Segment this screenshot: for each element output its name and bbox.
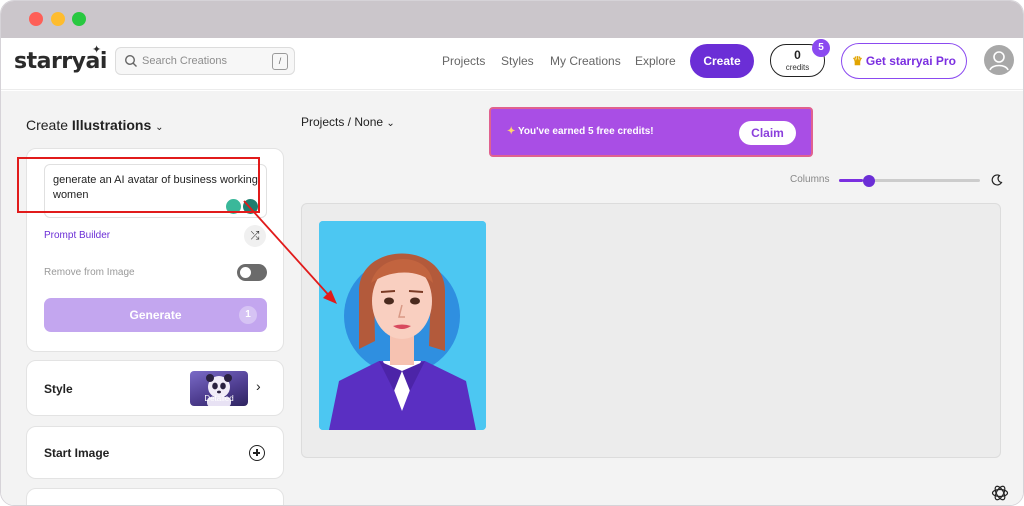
nav-explore[interactable]: Explore (635, 54, 676, 68)
toggle-knob (240, 267, 251, 278)
start-image-card[interactable]: Start Image (26, 426, 284, 479)
generate-cost-badge: 1 (239, 306, 257, 324)
claim-button[interactable]: Claim (739, 121, 796, 145)
banner-text: You've earned 5 free credits! (518, 126, 654, 137)
openai-icon (991, 485, 1009, 501)
create-prefix: Create (26, 117, 69, 133)
banner-message: ✦ You've earned 5 free credits! (507, 126, 654, 137)
prompt-card: generate an AI avatar of business workin… (26, 148, 284, 352)
party-icon: ✦ (507, 126, 516, 137)
chevron-down-icon: ⌄ (155, 122, 164, 133)
columns-label: Columns (790, 174, 830, 185)
logo-spark-icon: ✦ (92, 44, 102, 56)
free-credits-banner: ✦ You've earned 5 free credits! Claim (489, 107, 813, 157)
columns-slider-handle[interactable] (863, 175, 875, 187)
business-woman-avatar-illustration (319, 221, 486, 430)
generated-image[interactable] (319, 221, 486, 430)
plus-circle-icon[interactable] (249, 445, 265, 461)
browser-window: starryai ✦ Search Creations / Projects S… (0, 0, 1024, 506)
columns-slider[interactable] (839, 179, 980, 182)
style-card[interactable]: Style Detailed › (26, 360, 284, 416)
credits-label: credits (785, 63, 810, 72)
chevron-down-icon: ⌄ (386, 118, 395, 129)
user-icon (989, 51, 1009, 71)
nav-my-creations[interactable]: My Creations (550, 54, 621, 68)
crown-icon: ♛ (852, 54, 863, 68)
close-window-button[interactable] (29, 12, 43, 26)
bulb-icon[interactable] (226, 199, 241, 214)
minimize-window-button[interactable] (51, 12, 65, 26)
create-mode-selector[interactable]: Create Illustrations ⌄ (26, 117, 164, 133)
columns-slider-fill (839, 179, 863, 182)
remove-from-image-label: Remove from Image (44, 267, 135, 278)
prompt-text[interactable]: generate an AI avatar of business workin… (53, 173, 258, 203)
style-thumbnail[interactable]: Detailed (190, 371, 248, 406)
get-pro-button[interactable]: ♛ Get starryai Pro (841, 43, 967, 79)
shuffle-icon[interactable]: ⤮ (244, 225, 266, 247)
enhance-prompt-icon[interactable] (243, 199, 258, 214)
create-mode-value: Illustrations (71, 117, 152, 133)
top-navbar: starryai ✦ Search Creations / Projects S… (1, 38, 1023, 90)
project-breadcrumb[interactable]: Projects / None ⌄ (301, 115, 395, 129)
search-box[interactable]: Search Creations / (115, 47, 295, 75)
search-shortcut-key: / (272, 53, 288, 70)
search-input[interactable]: Search Creations (142, 55, 227, 67)
prompt-input[interactable]: generate an AI avatar of business workin… (44, 164, 267, 218)
breadcrumb-text: Projects / None (301, 115, 384, 129)
prompt-builder-link[interactable]: Prompt Builder (44, 230, 110, 241)
credits-notification-badge: 5 (812, 39, 830, 57)
create-sidebar: Create Illustrations ⌄ generate an AI av… (1, 91, 296, 505)
generate-label: Generate (129, 308, 182, 322)
next-settings-card[interactable] (26, 488, 284, 505)
chevron-right-icon: › (256, 378, 261, 394)
style-label: Style (44, 382, 73, 396)
window-titlebar (1, 1, 1023, 38)
style-thumbnail-caption: Detailed (204, 394, 234, 403)
nav-projects[interactable]: Projects (442, 54, 485, 68)
create-button[interactable]: Create (690, 44, 754, 78)
moon-icon[interactable] (991, 174, 1003, 186)
start-image-label: Start Image (44, 446, 110, 460)
nav-styles[interactable]: Styles (501, 54, 534, 68)
search-icon (124, 54, 137, 67)
generate-button[interactable]: Generate 1 (44, 298, 267, 332)
get-pro-label: Get starryai Pro (865, 54, 956, 68)
remove-from-image-toggle[interactable] (237, 264, 267, 281)
creations-gallery (301, 203, 1001, 458)
user-avatar[interactable] (984, 45, 1014, 75)
main-workspace: Projects / None ⌄ ✦ You've earned 5 free… (296, 91, 1023, 505)
maximize-window-button[interactable] (72, 12, 86, 26)
